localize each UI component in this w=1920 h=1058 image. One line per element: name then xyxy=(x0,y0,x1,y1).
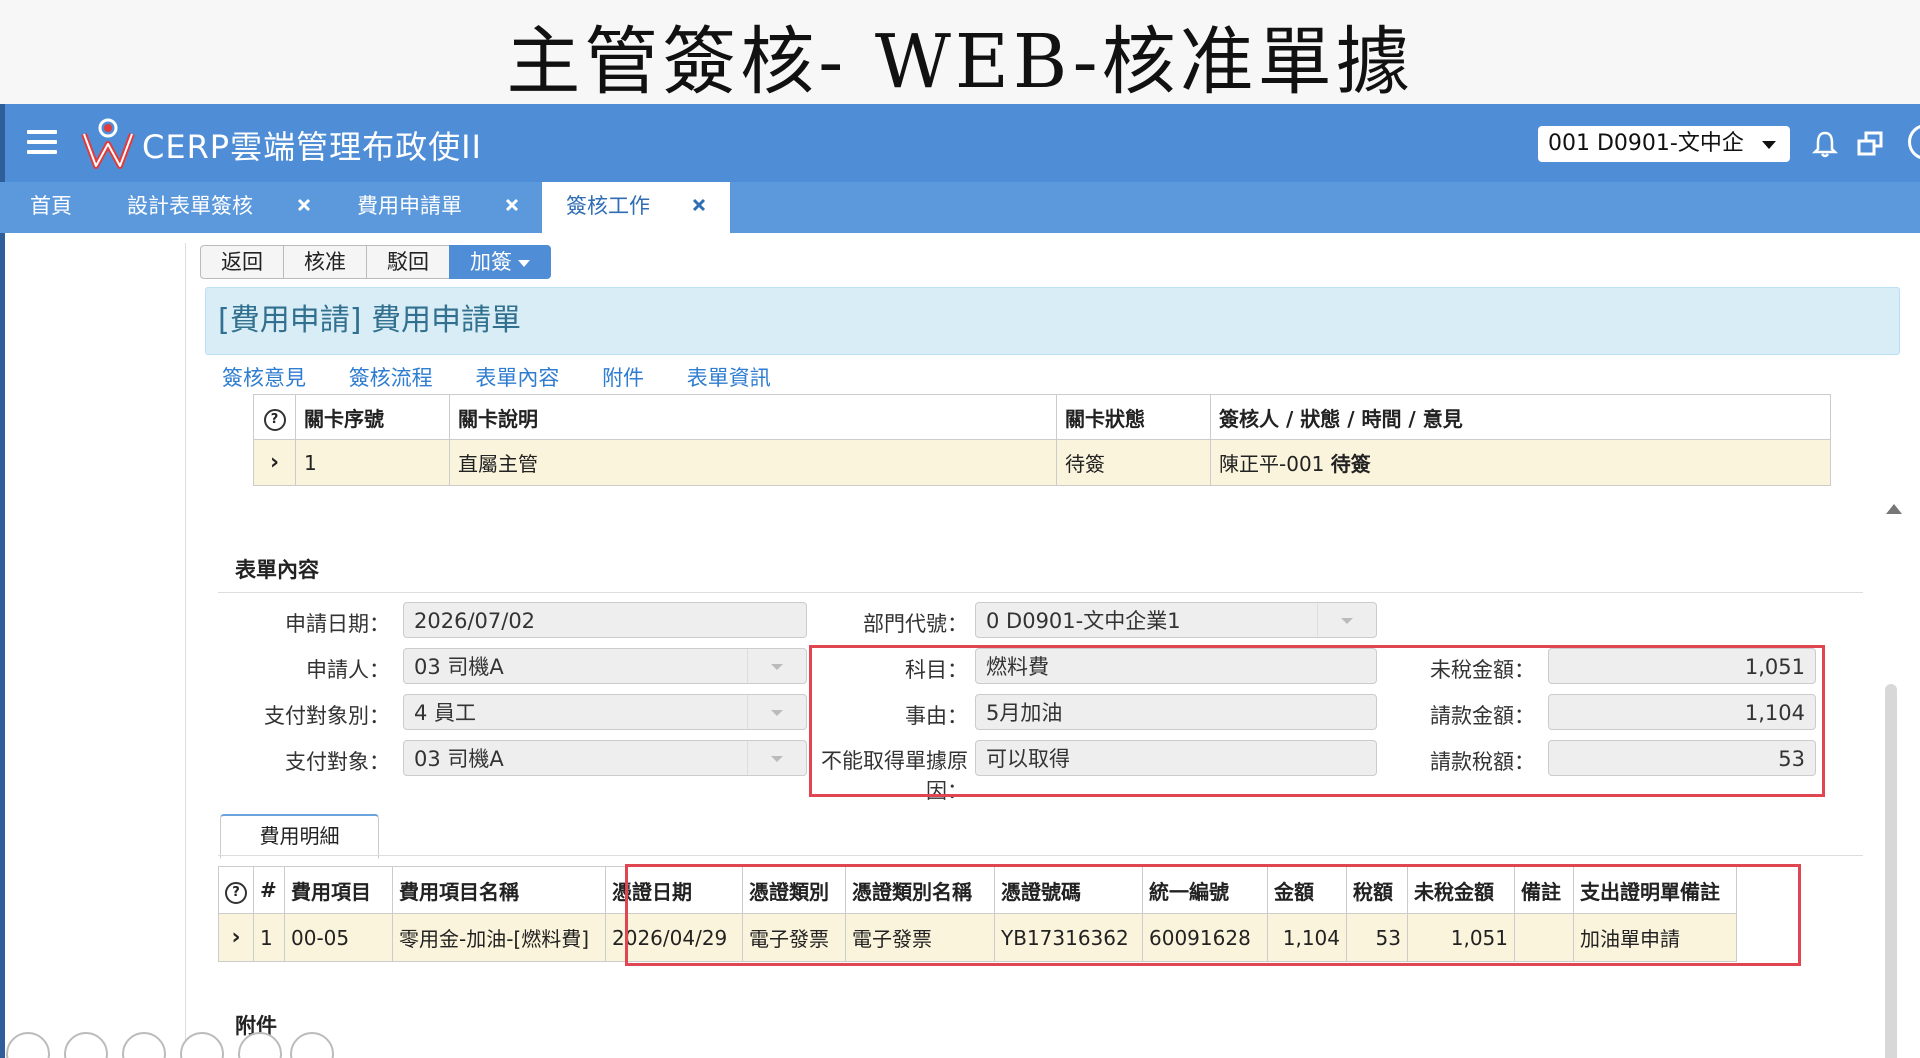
close-icon[interactable] xyxy=(297,198,311,212)
bell-icon[interactable] xyxy=(1812,130,1838,158)
help-icon[interactable]: ? xyxy=(225,881,247,904)
company-select[interactable]: 001 D0901-文中企 xyxy=(1538,126,1790,162)
dept-label: 部門代號： xyxy=(863,612,968,636)
tab-label: 首頁 xyxy=(30,194,72,218)
tab-label: 簽核工作 xyxy=(566,194,650,218)
section-links: 簽核意見 簽核流程 表單內容 附件 表單資訊 xyxy=(222,362,807,392)
chevron-down-icon xyxy=(1762,141,1776,149)
pen-icon[interactable] xyxy=(122,1032,166,1058)
tab-label: 費用申請單 xyxy=(357,194,462,218)
flow-seq: 1 xyxy=(295,439,450,486)
scrollbar[interactable] xyxy=(1885,684,1897,1058)
apply-date-field: 2026/07/02 xyxy=(403,602,807,638)
column-header: # xyxy=(253,866,285,914)
payee-type-field: 4 員工 xyxy=(403,694,807,730)
dept-field: 0 D0901-文中企業1 xyxy=(975,602,1377,638)
tab-design-form-approval[interactable]: 設計表單簽核 xyxy=(127,182,322,233)
tab-label: 設計表單簽核 xyxy=(127,194,253,218)
expand-cell[interactable]: › xyxy=(218,913,254,962)
top-bar: CERP雲端管理布政使II 001 D0901-文中企 xyxy=(0,104,1920,182)
expand-cell[interactable]: › xyxy=(253,439,296,486)
link-approval-flow[interactable]: 簽核流程 xyxy=(349,366,433,390)
column-header: 關卡序號 xyxy=(295,394,450,440)
cell-no: 1 xyxy=(253,913,285,962)
cell-item-name: 零用金-加油-[燃料費] xyxy=(392,913,606,962)
help-header: ? xyxy=(253,394,296,440)
caret-down-icon xyxy=(518,259,530,267)
payee-label: 支付對象： xyxy=(285,750,390,774)
countersign-button[interactable]: 加簽 xyxy=(449,245,551,279)
apply-date-value: 2026/07/02 xyxy=(414,609,536,633)
left-edge xyxy=(0,104,5,1058)
erp-app: CERP雲端管理布政使II 001 D0901-文中企 首頁 設計表單簽核 費用… xyxy=(0,104,1920,1058)
tab-expense-request[interactable]: 費用申請單 xyxy=(357,182,527,233)
approve-button[interactable]: 核准 xyxy=(283,245,367,279)
apply-date-label: 申請日期： xyxy=(285,612,390,636)
link-approval-opinion[interactable]: 簽核意見 xyxy=(222,366,306,390)
link-attachments[interactable]: 附件 xyxy=(602,366,644,390)
action-toolbar: 返回 核准 駁回 加簽 xyxy=(200,245,551,279)
hamburger-menu-icon[interactable] xyxy=(27,130,57,154)
applicant-label: 申請人： xyxy=(306,658,390,682)
chevron-right-icon[interactable]: › xyxy=(231,925,240,950)
scroll-up-icon[interactable] xyxy=(1886,504,1902,514)
countersign-label: 加簽 xyxy=(470,250,512,274)
table-row[interactable]: › 1 直屬主管 待簽 陳正平-001 待簽 xyxy=(253,439,1831,486)
form-header: [費用申請] 費用申請單 xyxy=(205,287,1900,355)
help-icon[interactable]: ? xyxy=(263,408,286,431)
dropdown-arrow-icon xyxy=(747,649,806,683)
logo-icon xyxy=(81,118,135,169)
column-header: 關卡說明 xyxy=(449,394,1057,440)
dropdown-arrow-icon xyxy=(747,741,806,775)
payee-type-label: 支付對象別： xyxy=(264,704,390,728)
app-title: CERP雲端管理布政使II xyxy=(142,128,482,166)
tab-expense-detail[interactable]: 費用明細 xyxy=(220,814,379,859)
dropdown-arrow-icon xyxy=(1317,603,1376,637)
payee-type-value: 4 員工 xyxy=(414,701,477,725)
dropdown-arrow-icon xyxy=(747,695,806,729)
prev-icon[interactable] xyxy=(6,1032,50,1058)
signer-status: 待簽 xyxy=(1330,452,1371,476)
payee-value: 03 司機A xyxy=(414,747,504,771)
column-header: 費用項目 xyxy=(284,866,393,914)
applicant-value: 03 司機A xyxy=(414,655,504,679)
link-form-info[interactable]: 表單資訊 xyxy=(687,366,771,390)
flow-signer: 陳正平-001 待簽 xyxy=(1210,439,1831,486)
column-header: 關卡狀態 xyxy=(1056,394,1211,440)
dept-value: 0 D0901-文中企業1 xyxy=(986,609,1181,633)
form-section-title: 表單內容 xyxy=(235,558,319,582)
column-header: 費用項目名稱 xyxy=(392,866,606,914)
payee-field: 03 司機A xyxy=(403,740,807,776)
divider xyxy=(218,592,1863,593)
next-icon[interactable] xyxy=(64,1032,108,1058)
tab-approval-work[interactable]: 簽核工作 xyxy=(542,182,730,233)
column-header: 簽核人 / 狀態 / 時間 / 意見 xyxy=(1210,394,1831,440)
reject-button[interactable]: 駁回 xyxy=(366,245,450,279)
slide-title: 主管簽核- WEB-核准單據 xyxy=(0,0,1920,105)
tab-bar: 首頁 設計表單簽核 費用申請單 簽核工作 xyxy=(0,182,1920,233)
link-form-content[interactable]: 表單內容 xyxy=(475,366,559,390)
approval-flow-table: ? 關卡序號 關卡說明 關卡狀態 簽核人 / 狀態 / 時間 / 意見 › 1 … xyxy=(253,394,1831,486)
flow-status: 待簽 xyxy=(1056,439,1211,486)
cell-item: 00-05 xyxy=(284,913,393,962)
highlight-box-detail xyxy=(625,864,1801,966)
tab-home[interactable]: 首頁 xyxy=(30,182,72,233)
divider xyxy=(218,855,1863,856)
chevron-right-icon[interactable]: › xyxy=(270,450,279,475)
windows-icon[interactable] xyxy=(1856,130,1884,158)
close-icon[interactable] xyxy=(692,198,706,212)
flow-desc: 直屬主管 xyxy=(449,439,1057,486)
avatar[interactable] xyxy=(1908,124,1920,160)
back-button[interactable]: 返回 xyxy=(200,245,284,279)
company-select-value: 001 D0901-文中企 xyxy=(1548,131,1744,156)
signer-name: 陳正平-001 xyxy=(1219,452,1331,476)
close-icon[interactable] xyxy=(505,198,519,212)
applicant-field: 03 司機A xyxy=(403,648,807,684)
highlight-box-form xyxy=(809,645,1825,797)
help-header: ? xyxy=(218,866,254,914)
